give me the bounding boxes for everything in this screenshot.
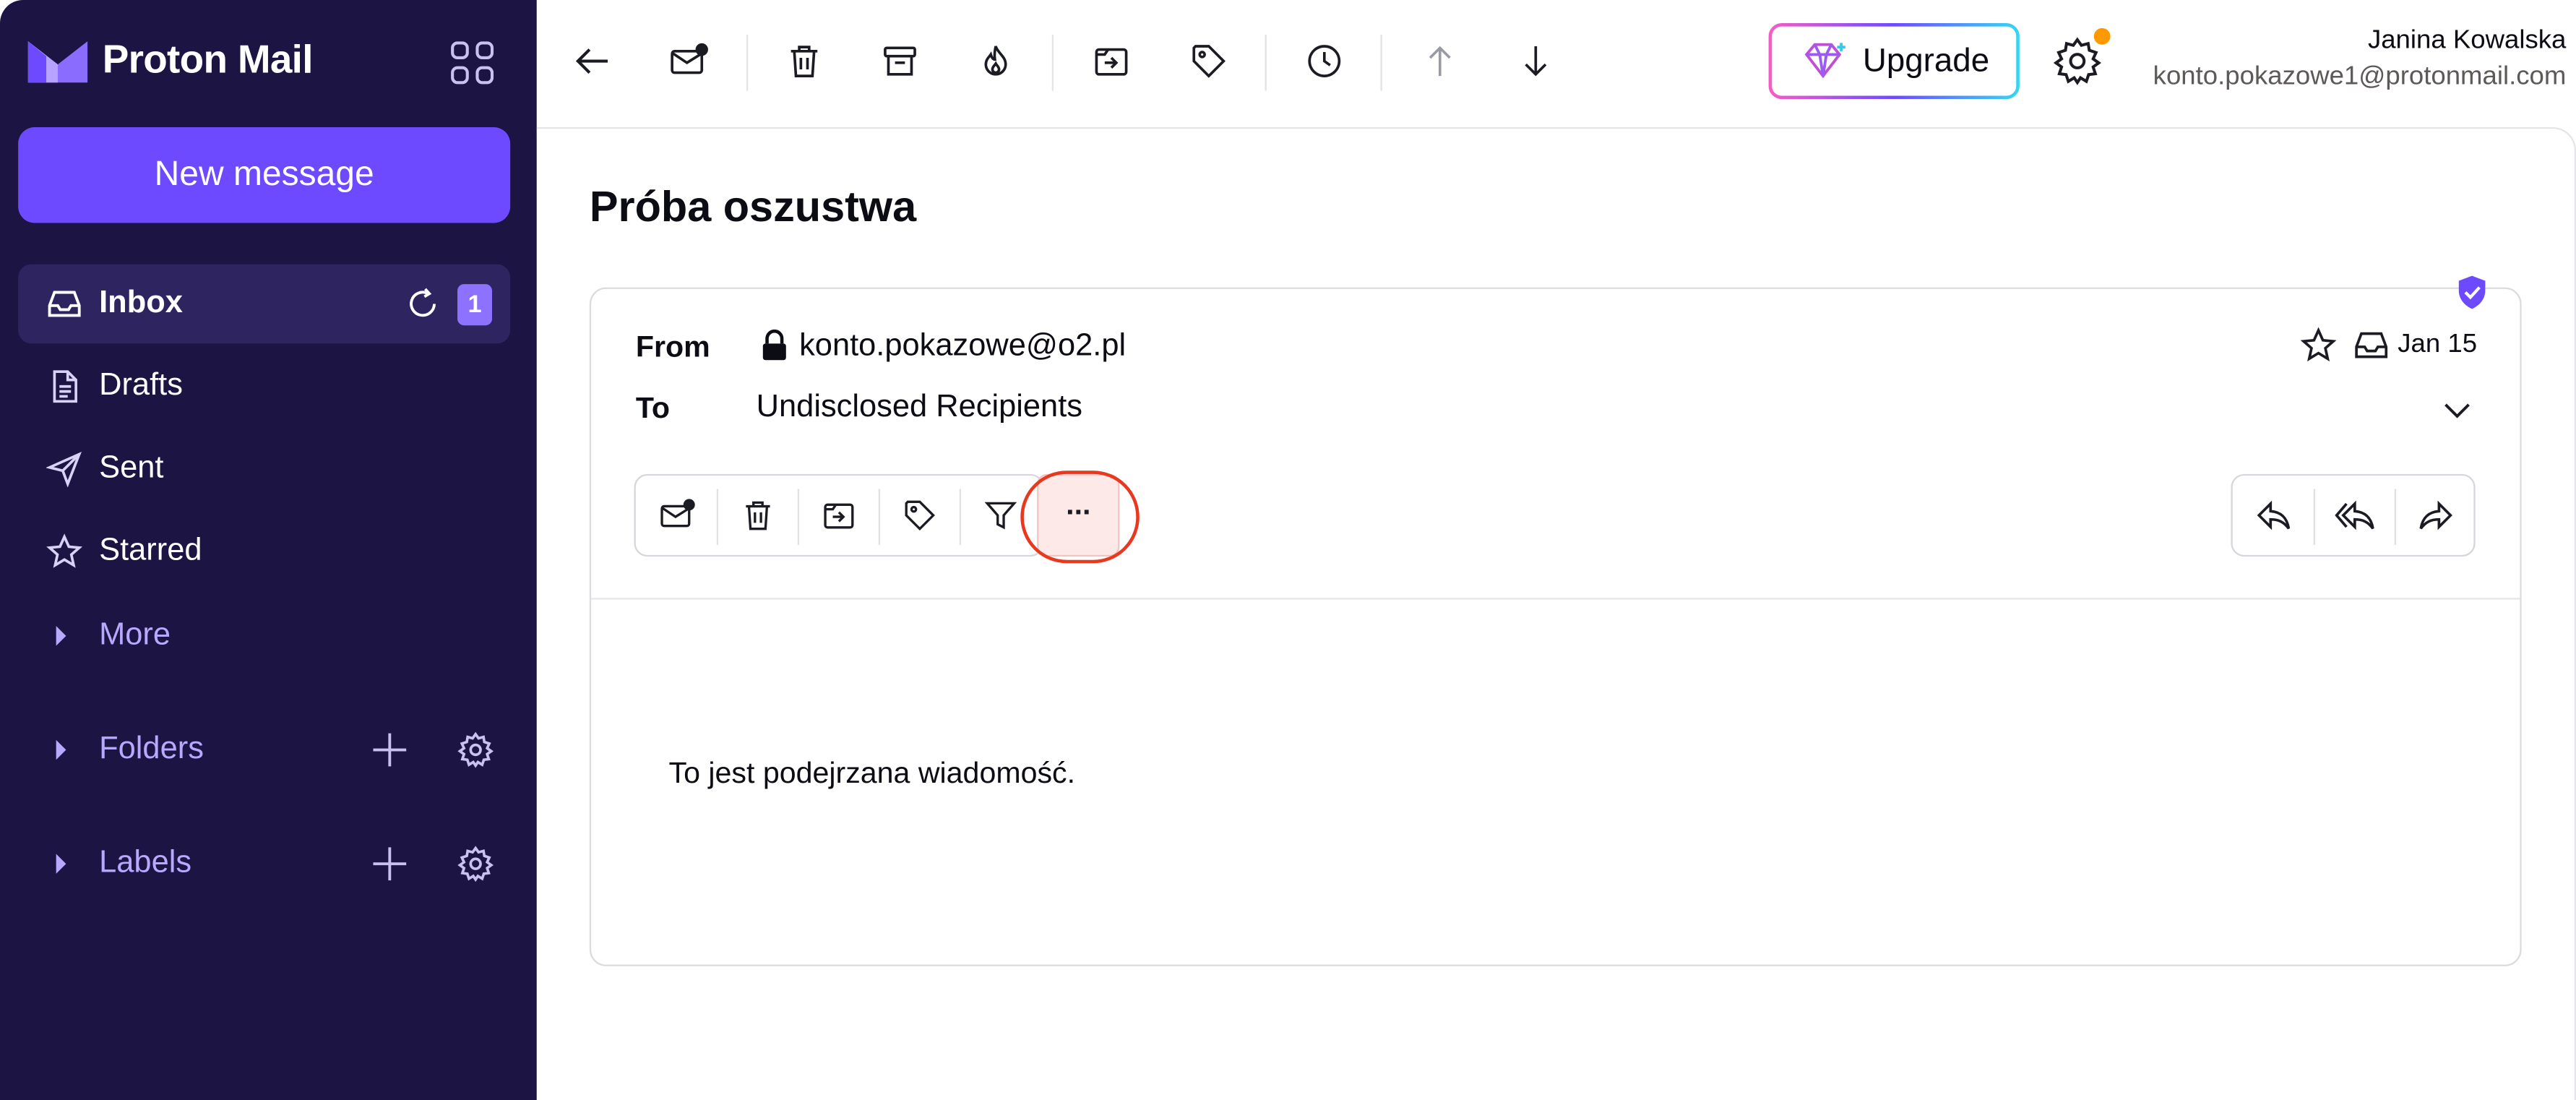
archive-icon[interactable]	[872, 33, 929, 90]
mark-unread-icon[interactable]	[660, 33, 717, 90]
toolbar-divider	[1265, 34, 1267, 91]
star-icon[interactable]	[2300, 327, 2337, 363]
reply-actions-group	[2231, 473, 2476, 557]
user-email[interactable]: konto.pokazowe1@protonmail.com	[2153, 63, 2567, 93]
caret-right-icon	[56, 739, 66, 760]
inbox-location-icon	[2353, 329, 2390, 362]
header-body-divider	[591, 598, 2520, 600]
back-arrow-icon[interactable]	[565, 33, 621, 90]
message-subject: Próba oszustwa	[589, 181, 917, 231]
toolbar-divider	[1051, 34, 1054, 91]
next-arrow-down-icon[interactable]	[1507, 33, 1564, 90]
to-label: To	[635, 391, 671, 425]
label-tag-icon[interactable]	[1181, 33, 1237, 90]
settings-gear-icon[interactable]	[2053, 36, 2106, 89]
more-dots-icon: ···	[1066, 494, 1093, 528]
recipients[interactable]: Undisclosed Recipients	[757, 390, 1082, 426]
trash-icon[interactable]	[718, 476, 798, 555]
caret-right-icon	[56, 626, 66, 646]
inbox-icon	[46, 285, 82, 322]
sidebar-item-label: Drafts	[99, 368, 183, 403]
apps-grid-icon[interactable]	[451, 41, 494, 85]
caret-right-icon	[56, 854, 66, 874]
user-name[interactable]: Janina Kowalska	[2368, 27, 2566, 56]
lock-icon	[759, 329, 789, 362]
sidebar-item-label: Sent	[99, 450, 164, 486]
message-actions-group	[634, 473, 1044, 557]
add-folder-plus-icon[interactable]	[370, 730, 410, 770]
upgrade-label: Upgrade	[1862, 42, 1990, 79]
chevron-down-icon[interactable]	[2441, 393, 2474, 426]
sidebar-section-labels[interactable]: Labels	[18, 824, 510, 903]
sidebar-item-drafts[interactable]: Drafts	[18, 347, 510, 426]
brand-name: Proton Mail	[102, 38, 314, 83]
add-label-plus-icon[interactable]	[370, 844, 410, 884]
diamond-icon	[1804, 43, 1845, 79]
move-to-folder-icon[interactable]	[799, 476, 879, 555]
filter-funnel-icon[interactable]	[961, 476, 1041, 555]
new-message-button[interactable]: New message	[18, 126, 511, 223]
sidebar-item-inbox[interactable]: Inbox 1	[18, 264, 511, 344]
star-icon	[46, 533, 83, 570]
proton-logo-icon	[27, 41, 88, 83]
sidebar-item-starred[interactable]: Starred	[18, 512, 510, 591]
mark-unread-icon[interactable]	[637, 476, 717, 555]
sender-address[interactable]: konto.pokazowe@o2.pl	[799, 329, 1126, 365]
unread-count-badge: 1	[457, 284, 493, 326]
verified-shield-icon	[2455, 274, 2489, 310]
file-icon	[46, 369, 82, 405]
proton-mail-logo[interactable]: Proton Mail	[27, 36, 313, 86]
labels-settings-gear-icon[interactable]	[457, 846, 494, 882]
trash-icon[interactable]	[776, 33, 832, 90]
toolbar-divider	[1380, 34, 1382, 91]
labels-label: Labels	[99, 846, 192, 881]
reply-all-icon[interactable]	[2315, 476, 2395, 555]
folders-label: Folders	[99, 731, 204, 767]
sidebar-item-label: Starred	[99, 533, 202, 569]
upgrade-button[interactable]: Upgrade	[1769, 23, 2020, 99]
toolbar-divider	[746, 34, 749, 91]
message-date: Jan 15	[2398, 330, 2478, 358]
paper-plane-icon	[46, 451, 82, 488]
snooze-clock-icon[interactable]	[1296, 33, 1353, 90]
notification-dot	[2093, 27, 2111, 45]
sidebar-item-label: More	[99, 617, 171, 653]
folders-settings-gear-icon[interactable]	[457, 731, 494, 768]
label-tag-icon[interactable]	[880, 476, 960, 555]
sidebar-item-more[interactable]: More	[18, 596, 510, 676]
message-body: To jest podejrzana wiadomość.	[668, 756, 1076, 790]
refresh-icon[interactable]	[405, 285, 441, 322]
sidebar-item-sent[interactable]: Sent	[18, 429, 510, 509]
previous-arrow-up-icon[interactable]	[1412, 33, 1468, 90]
forward-icon[interactable]	[2396, 476, 2476, 555]
from-label: From	[635, 330, 710, 364]
spam-fire-icon[interactable]	[968, 33, 1024, 90]
move-to-folder-icon[interactable]	[1083, 33, 1140, 90]
sidebar-section-folders[interactable]: Folders	[18, 710, 510, 790]
reply-icon[interactable]	[2234, 476, 2314, 555]
sidebar: Proton Mail New message Inbox 1 Drafts S…	[0, 0, 537, 1100]
more-options-button[interactable]: ···	[1037, 473, 1120, 557]
sidebar-item-label: Inbox	[99, 285, 183, 321]
